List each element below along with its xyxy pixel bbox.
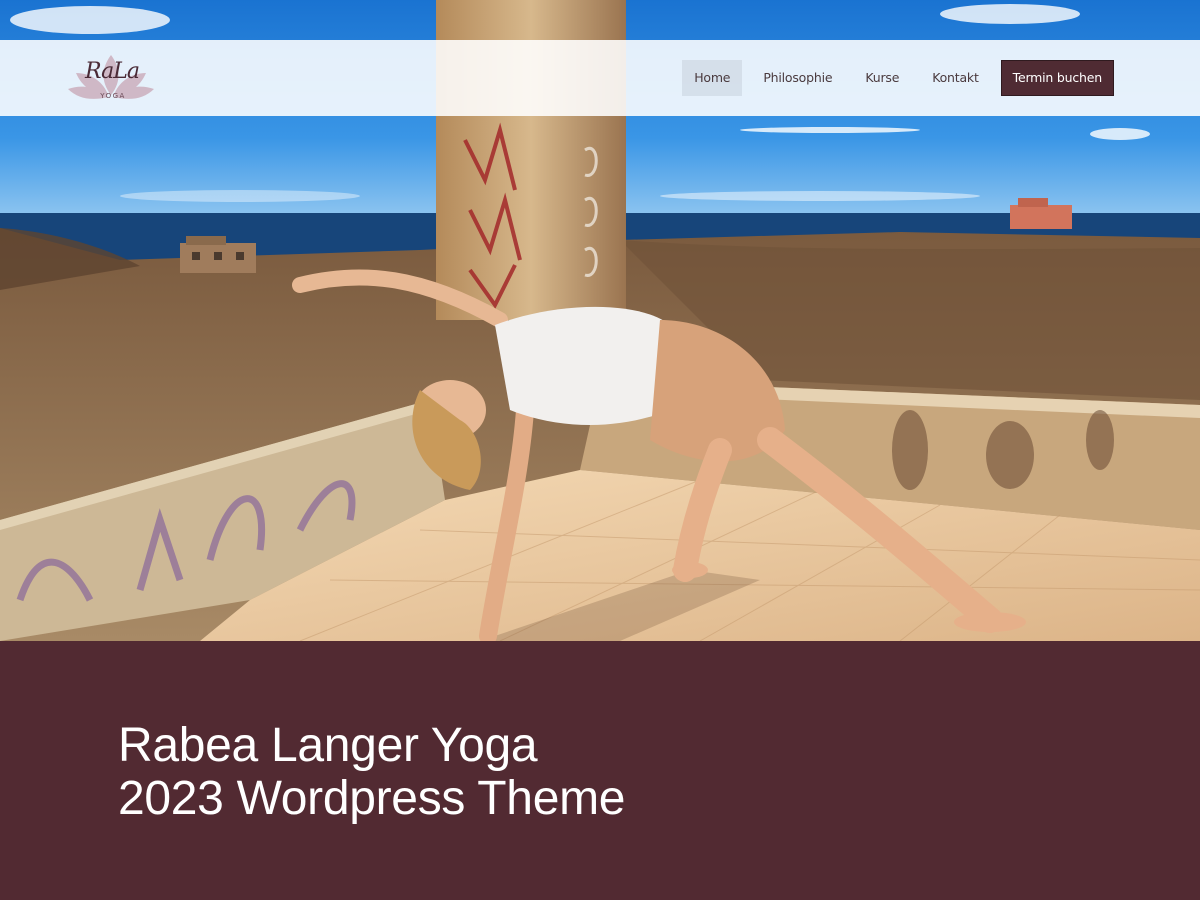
nav-item-philosophie[interactable]: Philosophie (751, 60, 844, 96)
nav-item-kontakt[interactable]: Kontakt (920, 60, 990, 96)
nav-item-home[interactable]: Home (682, 60, 743, 96)
site-logo[interactable]: RaLa YOGA (66, 49, 156, 109)
page-title: Rabea Langer Yoga 2023 Wordpress Theme (118, 719, 625, 825)
page-title-line-1: Rabea Langer Yoga (118, 719, 538, 772)
nav-item-kurse[interactable]: Kurse (853, 60, 911, 96)
logo-text: RaLa (85, 59, 140, 84)
book-appointment-button[interactable]: Termin buchen (1000, 60, 1114, 96)
site-header: RaLa YOGA Home Philosophie Kurse Kontakt… (0, 40, 1200, 116)
logo-subtext: YOGA (100, 92, 126, 100)
page-title-line-2: 2023 Wordpress Theme (118, 772, 626, 825)
intro-panel: Rabea Langer Yoga 2023 Wordpress Theme (0, 641, 1200, 900)
main-navigation: Home Philosophie Kurse Kontakt Termin bu… (673, 60, 1114, 96)
